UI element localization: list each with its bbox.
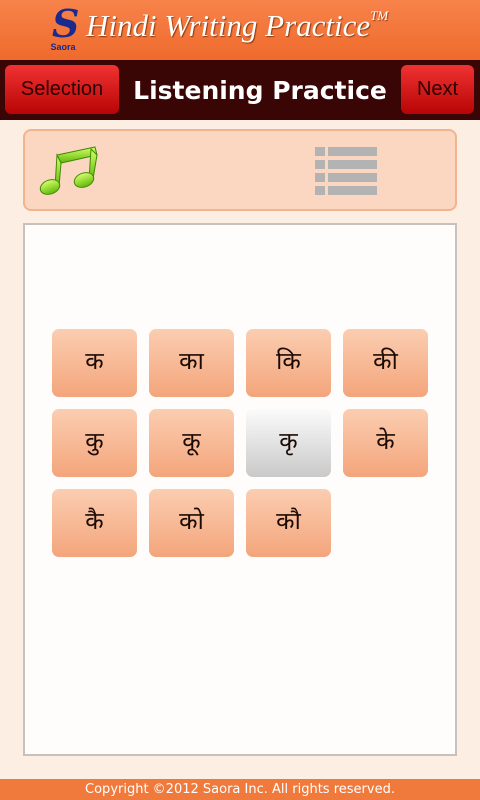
tile-kaa[interactable]: का	[149, 329, 234, 397]
toolbar: Selection Listening Practice Next	[0, 60, 480, 120]
tile-ka[interactable]: क	[52, 329, 137, 397]
tile-kii[interactable]: की	[343, 329, 428, 397]
app-title: Hindi Writing PracticeTM	[86, 8, 476, 44]
tile-kri-selected[interactable]: कृ	[246, 409, 331, 477]
app-title-text: Hindi Writing Practice	[86, 8, 371, 43]
tile-ke[interactable]: के	[343, 409, 428, 477]
saora-logo: S Saora	[44, 4, 82, 56]
next-button[interactable]: Next	[401, 65, 474, 114]
tile-ki[interactable]: कि	[246, 329, 331, 397]
selection-button[interactable]: Selection	[5, 65, 119, 114]
list-icon[interactable]	[313, 145, 379, 199]
tile-kau[interactable]: कौ	[246, 489, 331, 557]
music-note-icon[interactable]	[35, 143, 105, 199]
screen-title: Listening Practice	[133, 75, 387, 105]
tile-ko[interactable]: को	[149, 489, 234, 557]
controls-panel	[23, 129, 457, 211]
tile-kuu[interactable]: कू	[149, 409, 234, 477]
app-header: S Saora Hindi Writing PracticeTM	[0, 0, 480, 60]
tile-kai[interactable]: कै	[52, 489, 137, 557]
logo-brand: Saora	[50, 42, 76, 52]
logo-letter: S	[52, 1, 80, 46]
character-grid-panel: क का कि की कु कू कृ के कै को कौ	[23, 223, 457, 756]
copyright-footer: Copyright ©2012 Saora Inc. All rights re…	[0, 779, 480, 800]
tile-ku[interactable]: कु	[52, 409, 137, 477]
trademark: TM	[370, 8, 389, 23]
